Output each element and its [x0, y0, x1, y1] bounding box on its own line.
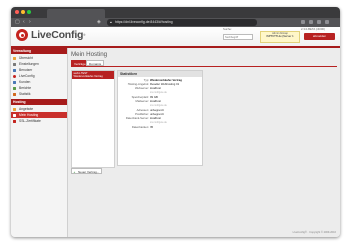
settings-icon — [13, 62, 16, 66]
tab-divider — [71, 66, 337, 67]
home-icon — [13, 56, 16, 60]
sidebar-section-verwaltung: Verwaltung — [11, 48, 67, 54]
contract-list-item[interactable]: web1-TEST Wiederverkäufer-Vertrag — [72, 71, 114, 79]
sidebar-item-label: Einstellungen — [19, 62, 39, 66]
browser-tab-bar — [11, 7, 340, 18]
sidebar-section-hosting: Hosting — [11, 99, 67, 105]
close-window-icon[interactable] — [15, 10, 19, 14]
contract-type: Wiederverkäufer-Vertrag — [73, 75, 103, 78]
hosting-icon — [13, 113, 16, 117]
statistics-heading: Statistiken — [118, 71, 202, 77]
sidebar-item-label: Kunden — [19, 80, 31, 84]
new-contract-button[interactable]: + Neuer Vertrag... — [71, 168, 102, 174]
sidebar-item-statistics[interactable]: Statistik — [11, 91, 67, 97]
customers-icon — [13, 80, 16, 84]
main-content: Mein Hosting Verträge Domains web1-TEST … — [68, 48, 340, 237]
search-input[interactable] — [223, 34, 253, 40]
sidebar-item-label: Statistik — [19, 92, 31, 96]
stat-key: Mailserver: — [135, 100, 149, 103]
search-label: Suche: — [223, 27, 232, 31]
forward-icon[interactable]: › — [29, 19, 31, 26]
new-contract-label: Neuer Vertrag... — [78, 170, 100, 174]
logo-text[interactable]: LiveConfig® — [31, 29, 85, 42]
stat-row-databases: Datenbanken: 35 — [118, 126, 202, 130]
lock-icon: 🔒︎ — [110, 20, 112, 24]
stat-subvalue: srv.configure.de — [150, 91, 167, 94]
new-tab-icon[interactable] — [317, 20, 321, 24]
sidebar-item-label: Benutzer — [19, 68, 33, 72]
minimize-window-icon[interactable] — [21, 10, 25, 14]
maximize-window-icon[interactable] — [27, 10, 31, 14]
plus-icon: + — [73, 170, 76, 174]
stat-key: Webserver: — [134, 87, 149, 90]
statistics-panel: Statistiken Typ: Wiederverkäufer-Vertrag… — [117, 70, 203, 166]
logout-label: abmelden — [312, 34, 327, 38]
sidebar-item-label: Mein Hosting — [19, 113, 39, 117]
stat-subvalue: srv.configure.de — [150, 121, 167, 124]
browser-toolbar: ▢ ‹ › ◈ 🔒︎ https://dnl.liveconfig.de:844… — [11, 18, 340, 27]
download-icon[interactable] — [301, 20, 305, 24]
url-text: https://dnl.liveconfig.de:8443/#/hosting — [115, 20, 173, 24]
back-icon[interactable]: ‹ — [23, 19, 25, 26]
url-bar[interactable]: 🔒︎ https://dnl.liveconfig.de:8443/#/host… — [107, 19, 257, 26]
sidebar: Verwaltung Übersicht Einstellungen Benut… — [11, 48, 68, 237]
offers-icon — [13, 107, 16, 111]
admin-info-box: Admin bitmap ISPTUTTI.de (Server 1 — [260, 31, 300, 43]
user-icon — [13, 68, 16, 72]
tabs-overview-icon[interactable] — [325, 20, 329, 24]
reports-icon — [13, 86, 16, 90]
stat-key: Datenbank-Server: — [125, 117, 149, 120]
sidebar-item-label: Übersicht — [19, 56, 33, 60]
stat-key: Datenbanken: — [131, 126, 149, 129]
app-header: LiveConfig® Suche: Admin bitmap ISPTUTTI… — [11, 27, 340, 48]
sidebar-item-label: SSL-Zertifikate — [19, 119, 41, 123]
stat-value: 35 — [150, 126, 154, 129]
page-title: Mein Hosting — [71, 51, 108, 58]
browser-window: ▢ ‹ › ◈ 🔒︎ https://dnl.liveconfig.de:844… — [11, 7, 340, 237]
sidebar-item-label: Berichte — [19, 86, 32, 90]
statistics-icon — [13, 92, 16, 96]
shield-icon[interactable]: ◈ — [97, 19, 101, 26]
sidebar-item-ssl-certificates[interactable]: SSL-Zertifikate — [11, 118, 67, 124]
ssl-icon — [13, 119, 16, 123]
stat-subvalue: srv.configure.de — [150, 104, 167, 107]
liveconfig-icon — [13, 74, 16, 78]
admin-line-2: ISPTUTTI.de (Server 1 — [266, 35, 294, 39]
build-number: 2.3.0-BETA (r4000) — [301, 27, 325, 31]
sidebar-item-label: Angebote — [19, 107, 34, 111]
logout-button[interactable]: abmelden — [304, 33, 335, 40]
footer-copyright: LiveConfig® · Copyright © 2009-2016 — [292, 231, 336, 234]
contract-list: web1-TEST Wiederverkäufer-Vertrag — [71, 70, 115, 168]
browser-tab[interactable] — [47, 9, 105, 18]
liveconfig-logo-icon[interactable] — [16, 29, 28, 41]
sidebar-toggle-icon[interactable]: ▢ — [15, 19, 20, 26]
share-icon[interactable] — [309, 20, 313, 24]
sidebar-item-label: LiveConfig — [19, 74, 35, 78]
